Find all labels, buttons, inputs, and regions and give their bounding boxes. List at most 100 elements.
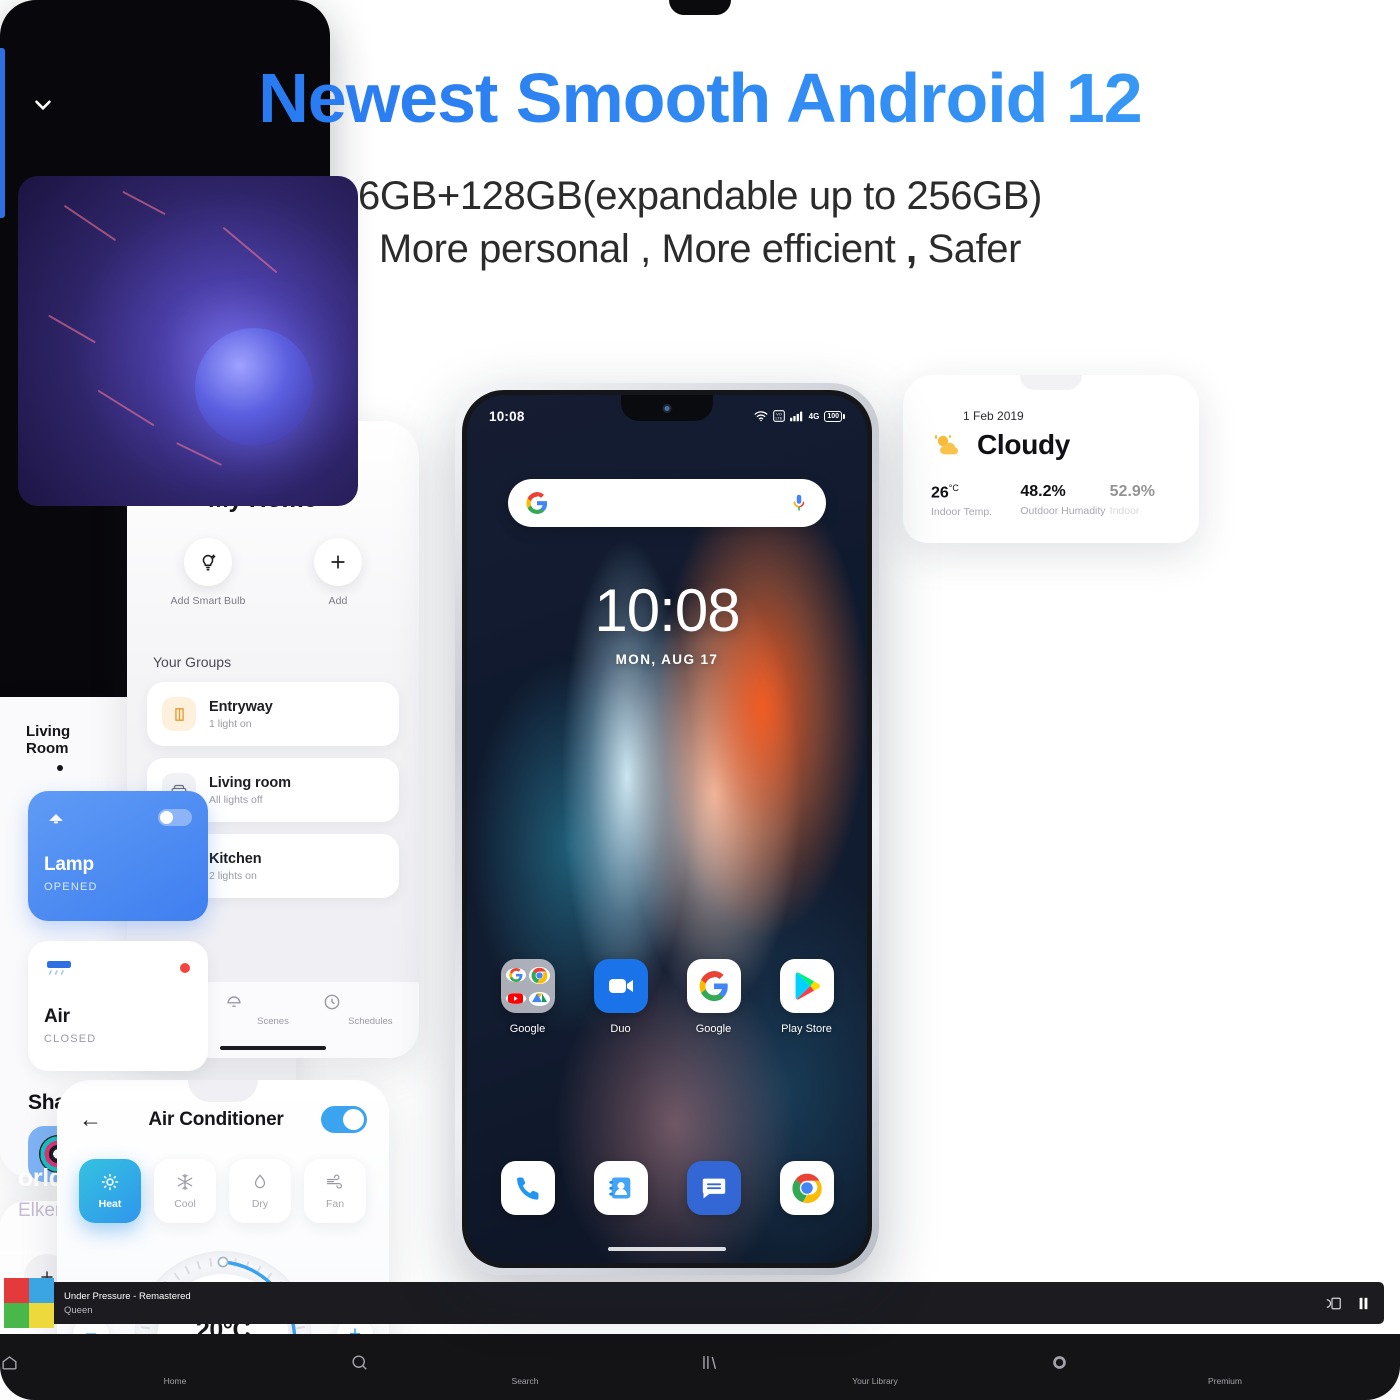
stat-number: 26 (931, 484, 949, 502)
group-status: All lights off (209, 793, 263, 806)
chevron-down-icon[interactable] (30, 92, 56, 118)
stat-value: 26°C (931, 483, 1020, 502)
weather-card: 1 Feb 2019 Cloudy 26°C Indoor Temp. 48.2… (903, 375, 1199, 543)
device-status-dot (180, 963, 190, 973)
nav-item-premium[interactable]: Premium (1050, 1353, 1400, 1386)
ac-power-toggle[interactable] (321, 1106, 367, 1133)
ac-mode-dry[interactable]: Dry (229, 1159, 291, 1223)
phone-bezel: 10:08 VO LTE 4G 100 10:08 MON, AUG 17 Go… (462, 390, 872, 1268)
signal-icon (789, 410, 804, 422)
app-google-folder[interactable]: Google (490, 959, 566, 1035)
wifi-icon (754, 410, 768, 422)
nav-item-schedules[interactable]: Schedules (322, 992, 419, 1027)
status-bar: 10:08 VO LTE 4G 100 (467, 405, 867, 427)
nav-item-search[interactable]: Search (350, 1353, 700, 1386)
stat-value: 52.9% (1109, 483, 1156, 500)
app-duo[interactable]: Duo (583, 959, 659, 1035)
phone-screen: 10:08 VO LTE 4G 100 10:08 MON, AUG 17 Go… (467, 395, 867, 1263)
group-text: Kitchen 2 lights on (209, 851, 262, 882)
clock-date: MON, AUG 17 (615, 652, 719, 667)
device-card-lamp[interactable]: Lamp OPENED (28, 791, 208, 921)
your-groups-heading: Your Groups (153, 654, 232, 670)
phone-icon[interactable] (500, 1161, 555, 1215)
contacts-icon[interactable] (593, 1161, 648, 1215)
app-label: Duo (610, 1023, 631, 1035)
room-tab-living-room[interactable]: Living Room (26, 723, 105, 757)
ac-mode-heat[interactable]: Heat (79, 1159, 141, 1223)
ac-mode-cool[interactable]: Cool (154, 1159, 216, 1223)
app-google[interactable]: Google (676, 959, 752, 1035)
now-playing-bar[interactable]: Under Pressure - Remastered Queen (4, 1278, 1384, 1328)
nav-label-scenes: Scenes (257, 1016, 289, 1027)
weather-stats: 26°C Indoor Temp. 48.2% Outdoor Humadity… (931, 483, 1199, 518)
add-smart-bulb-label: Add Smart Bulb (170, 595, 246, 607)
microphone-icon[interactable] (790, 493, 808, 513)
google-g-icon (526, 492, 548, 514)
add-button[interactable]: Add (292, 538, 384, 607)
home-indicator (608, 1247, 726, 1251)
volte-icon: VO LTE (772, 410, 785, 422)
play-store-icon (779, 959, 834, 1013)
group-text: Entryway 1 light on (209, 699, 273, 730)
stat-label: Outdoor Humadity (1020, 505, 1106, 517)
notch (669, 0, 731, 15)
stat-unit: °C (948, 483, 959, 493)
app-play-store[interactable]: Play Store (769, 959, 845, 1035)
google-search-bar[interactable] (508, 479, 826, 527)
app-dock (467, 1161, 867, 1215)
device-toggle[interactable] (158, 809, 192, 826)
nav-item-home[interactable]: Home (0, 1353, 350, 1386)
stat-label: Indoor Temp. (931, 506, 993, 519)
add-smart-bulb-button[interactable]: Add Smart Bulb (162, 538, 254, 607)
google-folder-icon (500, 959, 555, 1013)
album-orb (194, 327, 313, 446)
group-row-entryway[interactable]: Entryway 1 light on (147, 682, 399, 746)
nav-item-scenes[interactable]: Scenes (224, 992, 321, 1027)
home-icon (0, 1353, 350, 1372)
search-icon (350, 1353, 700, 1372)
device-card-air[interactable]: Air CLOSED (28, 941, 208, 1071)
network-4g-icon: 4G (808, 411, 820, 421)
lockscreen-clock: 10:08 MON, AUG 17 (467, 577, 867, 668)
status-time: 10:08 (489, 408, 525, 424)
stat-value: 48.2% (1020, 483, 1066, 500)
group-status: 2 lights on (209, 869, 257, 882)
ac-mode-fan[interactable]: Fan (304, 1159, 366, 1223)
tagline-comma: , (906, 226, 917, 271)
spotify-bottom-nav: Home Search Your Library Premium (0, 1334, 1400, 1400)
devices-icon[interactable] (1324, 1296, 1343, 1311)
svg-text:LTE: LTE (775, 416, 782, 421)
now-playing-title: Under Pressure - Remastered (64, 1290, 191, 1302)
ac-mode-label: Dry (251, 1198, 269, 1210)
premium-icon (1050, 1353, 1400, 1372)
ac-mode-list: Heat Cool Dry Fan (57, 1133, 389, 1223)
back-arrow-icon[interactable]: ← (79, 1106, 111, 1133)
chrome-icon[interactable] (779, 1161, 834, 1215)
wind-icon (325, 1172, 345, 1192)
nav-item-your-library[interactable]: Your Library (700, 1353, 1050, 1386)
pause-icon[interactable] (1355, 1295, 1372, 1312)
smart-bulb-add-icon (184, 538, 232, 586)
weather-date: 1 Feb 2019 (963, 409, 1024, 423)
device-state: OPENED (44, 881, 98, 893)
my-home-actions: Add Smart Bulb Add (127, 538, 419, 607)
ac-mode-label: Heat (98, 1198, 122, 1210)
weather-condition: Cloudy (977, 429, 1071, 460)
battery-icon: 100 (824, 410, 845, 422)
now-playing-artist: Queen (64, 1304, 93, 1316)
group-name: Living room (209, 774, 291, 791)
nav-label-search: Search (511, 1375, 539, 1386)
tagline-part-1: More personal , More efficient (378, 226, 907, 271)
messages-icon[interactable] (686, 1161, 741, 1215)
edge-accent (0, 48, 5, 218)
ac-unit-icon (44, 958, 192, 982)
ac-mode-label: Fan (325, 1198, 345, 1210)
clock-time: 10:08 (594, 577, 740, 644)
status-icons: VO LTE 4G 100 (754, 410, 845, 422)
album-art (18, 176, 358, 506)
device-name: Air (44, 1006, 70, 1027)
tagline-part-2: Safer (916, 226, 1022, 271)
clock-icon (322, 992, 419, 1012)
partly-cloudy-icon (931, 432, 965, 458)
plus-icon (314, 538, 362, 586)
